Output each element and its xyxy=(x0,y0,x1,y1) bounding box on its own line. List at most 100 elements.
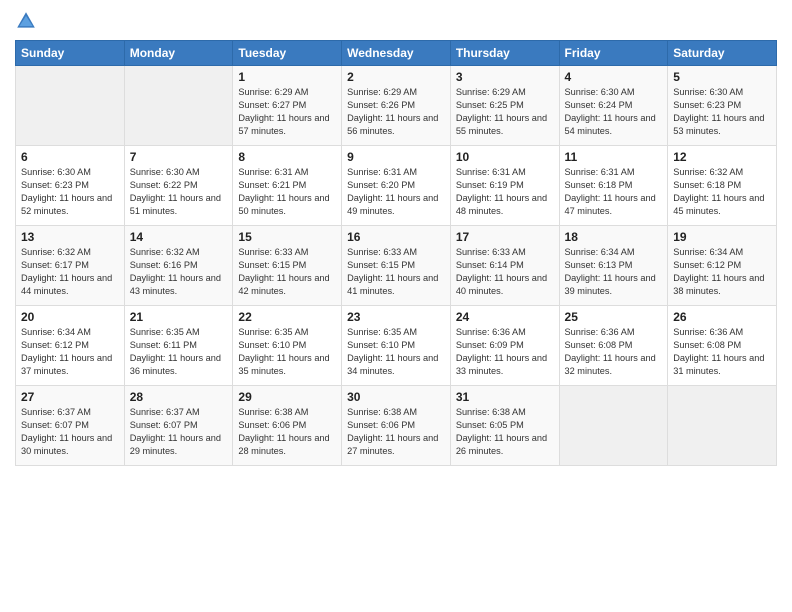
day-info: Sunrise: 6:35 AM Sunset: 6:11 PM Dayligh… xyxy=(130,326,228,378)
day-info: Sunrise: 6:38 AM Sunset: 6:05 PM Dayligh… xyxy=(456,406,554,458)
day-info: Sunrise: 6:31 AM Sunset: 6:19 PM Dayligh… xyxy=(456,166,554,218)
calendar-cell: 10 Sunrise: 6:31 AM Sunset: 6:19 PM Dayli… xyxy=(450,146,559,226)
calendar-cell: 28 Sunrise: 6:37 AM Sunset: 6:07 PM Dayli… xyxy=(124,386,233,466)
day-info: Sunrise: 6:29 AM Sunset: 6:27 PM Dayligh… xyxy=(238,86,336,138)
day-number: 4 xyxy=(565,70,663,84)
day-number: 29 xyxy=(238,390,336,404)
calendar-cell: 11Sunrise: 6:31 AM Sunset: 6:18 PM Dayli… xyxy=(559,146,668,226)
day-number: 24 xyxy=(456,310,554,324)
day-number: 16 xyxy=(347,230,445,244)
calendar-cell xyxy=(16,66,125,146)
weekday-header-saturday: Saturday xyxy=(668,41,777,66)
day-number: 30 xyxy=(347,390,445,404)
day-number: 8 xyxy=(238,150,336,164)
day-number: 18 xyxy=(565,230,663,244)
day-number: 3 xyxy=(456,70,554,84)
day-number: 5 xyxy=(673,70,771,84)
calendar-cell: 25 Sunrise: 6:36 AM Sunset: 6:08 PM Dayli… xyxy=(559,306,668,386)
day-info: Sunrise: 6:30 AM Sunset: 6:23 PM Dayligh… xyxy=(21,166,119,218)
calendar-cell: 15 Sunrise: 6:33 AM Sunset: 6:15 PM Dayli… xyxy=(233,226,342,306)
logo-icon xyxy=(15,10,37,32)
calendar-cell: 29 Sunrise: 6:38 AM Sunset: 6:06 PM Dayli… xyxy=(233,386,342,466)
day-info: Sunrise: 6:32 AM Sunset: 6:18 PM Dayligh… xyxy=(673,166,771,218)
weekday-header-thursday: Thursday xyxy=(450,41,559,66)
day-number: 28 xyxy=(130,390,228,404)
week-row-4: 20Sunrise: 6:34 AM Sunset: 6:12 PM Dayli… xyxy=(16,306,777,386)
header xyxy=(15,10,777,32)
day-info: Sunrise: 6:29 AM Sunset: 6:26 PM Dayligh… xyxy=(347,86,445,138)
weekday-header-row: SundayMondayTuesdayWednesdayThursdayFrid… xyxy=(16,41,777,66)
day-info: Sunrise: 6:33 AM Sunset: 6:14 PM Dayligh… xyxy=(456,246,554,298)
day-number: 31 xyxy=(456,390,554,404)
weekday-header-wednesday: Wednesday xyxy=(342,41,451,66)
calendar-cell xyxy=(559,386,668,466)
day-number: 2 xyxy=(347,70,445,84)
day-info: Sunrise: 6:36 AM Sunset: 6:08 PM Dayligh… xyxy=(565,326,663,378)
calendar-cell: 5 Sunrise: 6:30 AM Sunset: 6:23 PM Daylig… xyxy=(668,66,777,146)
weekday-header-sunday: Sunday xyxy=(16,41,125,66)
day-number: 7 xyxy=(130,150,228,164)
day-number: 13 xyxy=(21,230,119,244)
day-number: 21 xyxy=(130,310,228,324)
weekday-header-tuesday: Tuesday xyxy=(233,41,342,66)
calendar-cell: 26Sunrise: 6:36 AM Sunset: 6:08 PM Dayli… xyxy=(668,306,777,386)
day-number: 12 xyxy=(673,150,771,164)
day-number: 15 xyxy=(238,230,336,244)
calendar-cell: 12 Sunrise: 6:32 AM Sunset: 6:18 PM Dayli… xyxy=(668,146,777,226)
day-info: Sunrise: 6:30 AM Sunset: 6:23 PM Dayligh… xyxy=(673,86,771,138)
calendar-cell: 13 Sunrise: 6:32 AM Sunset: 6:17 PM Dayli… xyxy=(16,226,125,306)
logo xyxy=(15,10,41,32)
calendar-cell xyxy=(124,66,233,146)
day-number: 1 xyxy=(238,70,336,84)
calendar-cell: 3 Sunrise: 6:29 AM Sunset: 6:25 PM Daylig… xyxy=(450,66,559,146)
page: SundayMondayTuesdayWednesdayThursdayFrid… xyxy=(0,0,792,612)
day-info: Sunrise: 6:35 AM Sunset: 6:10 PM Dayligh… xyxy=(347,326,445,378)
day-number: 9 xyxy=(347,150,445,164)
day-info: Sunrise: 6:32 AM Sunset: 6:16 PM Dayligh… xyxy=(130,246,228,298)
weekday-header-monday: Monday xyxy=(124,41,233,66)
weekday-header-friday: Friday xyxy=(559,41,668,66)
day-number: 17 xyxy=(456,230,554,244)
day-info: Sunrise: 6:31 AM Sunset: 6:21 PM Dayligh… xyxy=(238,166,336,218)
day-info: Sunrise: 6:33 AM Sunset: 6:15 PM Dayligh… xyxy=(238,246,336,298)
day-info: Sunrise: 6:30 AM Sunset: 6:22 PM Dayligh… xyxy=(130,166,228,218)
day-info: Sunrise: 6:29 AM Sunset: 6:25 PM Dayligh… xyxy=(456,86,554,138)
day-info: Sunrise: 6:32 AM Sunset: 6:17 PM Dayligh… xyxy=(21,246,119,298)
calendar-cell: 1 Sunrise: 6:29 AM Sunset: 6:27 PM Daylig… xyxy=(233,66,342,146)
calendar-cell: 2 Sunrise: 6:29 AM Sunset: 6:26 PM Daylig… xyxy=(342,66,451,146)
day-info: Sunrise: 6:31 AM Sunset: 6:20 PM Dayligh… xyxy=(347,166,445,218)
day-info: Sunrise: 6:37 AM Sunset: 6:07 PM Dayligh… xyxy=(130,406,228,458)
calendar-cell: 6 Sunrise: 6:30 AM Sunset: 6:23 PM Daylig… xyxy=(16,146,125,226)
week-row-3: 13 Sunrise: 6:32 AM Sunset: 6:17 PM Dayli… xyxy=(16,226,777,306)
day-number: 23 xyxy=(347,310,445,324)
day-number: 6 xyxy=(21,150,119,164)
calendar-cell: 21 Sunrise: 6:35 AM Sunset: 6:11 PM Dayli… xyxy=(124,306,233,386)
day-number: 27 xyxy=(21,390,119,404)
day-number: 22 xyxy=(238,310,336,324)
day-number: 25 xyxy=(565,310,663,324)
calendar-cell: 22 Sunrise: 6:35 AM Sunset: 6:10 PM Dayli… xyxy=(233,306,342,386)
day-info: Sunrise: 6:37 AM Sunset: 6:07 PM Dayligh… xyxy=(21,406,119,458)
day-info: Sunrise: 6:31 AM Sunset: 6:18 PM Dayligh… xyxy=(565,166,663,218)
week-row-2: 6 Sunrise: 6:30 AM Sunset: 6:23 PM Daylig… xyxy=(16,146,777,226)
day-info: Sunrise: 6:33 AM Sunset: 6:15 PM Dayligh… xyxy=(347,246,445,298)
week-row-5: 27 Sunrise: 6:37 AM Sunset: 6:07 PM Dayli… xyxy=(16,386,777,466)
calendar-cell: 14 Sunrise: 6:32 AM Sunset: 6:16 PM Dayli… xyxy=(124,226,233,306)
day-info: Sunrise: 6:36 AM Sunset: 6:09 PM Dayligh… xyxy=(456,326,554,378)
day-info: Sunrise: 6:36 AM Sunset: 6:08 PM Dayligh… xyxy=(673,326,771,378)
day-info: Sunrise: 6:38 AM Sunset: 6:06 PM Dayligh… xyxy=(238,406,336,458)
day-info: Sunrise: 6:35 AM Sunset: 6:10 PM Dayligh… xyxy=(238,326,336,378)
calendar-cell: 20Sunrise: 6:34 AM Sunset: 6:12 PM Dayli… xyxy=(16,306,125,386)
calendar-cell: 4Sunrise: 6:30 AM Sunset: 6:24 PM Daylig… xyxy=(559,66,668,146)
calendar-cell: 19Sunrise: 6:34 AM Sunset: 6:12 PM Dayli… xyxy=(668,226,777,306)
calendar-cell: 27 Sunrise: 6:37 AM Sunset: 6:07 PM Dayli… xyxy=(16,386,125,466)
calendar-cell: 31 Sunrise: 6:38 AM Sunset: 6:05 PM Dayli… xyxy=(450,386,559,466)
day-number: 14 xyxy=(130,230,228,244)
day-number: 10 xyxy=(456,150,554,164)
calendar-cell xyxy=(668,386,777,466)
day-info: Sunrise: 6:38 AM Sunset: 6:06 PM Dayligh… xyxy=(347,406,445,458)
calendar-cell: 17 Sunrise: 6:33 AM Sunset: 6:14 PM Dayli… xyxy=(450,226,559,306)
calendar-cell: 8 Sunrise: 6:31 AM Sunset: 6:21 PM Daylig… xyxy=(233,146,342,226)
calendar-cell: 18Sunrise: 6:34 AM Sunset: 6:13 PM Dayli… xyxy=(559,226,668,306)
calendar-cell: 9 Sunrise: 6:31 AM Sunset: 6:20 PM Daylig… xyxy=(342,146,451,226)
